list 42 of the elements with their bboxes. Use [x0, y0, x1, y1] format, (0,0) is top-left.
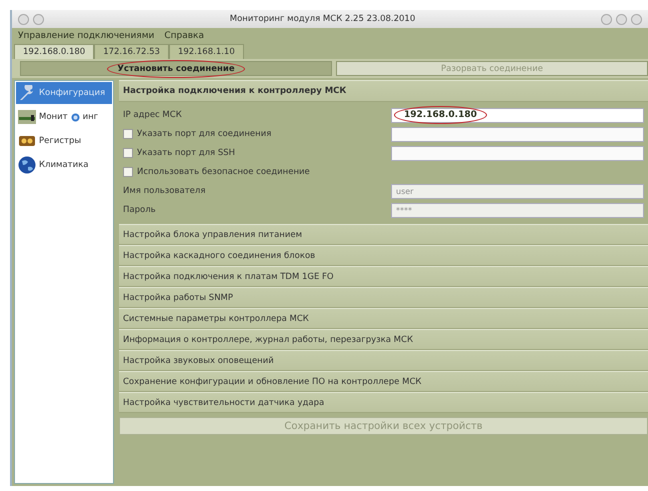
section-header[interactable]: Информация о контроллере, журнал работы, перезагрузка МСК — [119, 329, 648, 350]
checkbox[interactable] — [123, 148, 133, 158]
section-header[interactable]: Настройка звуковых оповещений — [119, 350, 648, 371]
field-label: Указать порт для соединения — [137, 129, 272, 139]
field-label: Имя пользователя — [123, 186, 206, 196]
sidebar-item[interactable]: Монит инг — [16, 106, 112, 128]
field-label: Указать порт для SSH — [137, 148, 236, 158]
menu-item[interactable]: Справка — [164, 31, 204, 41]
input-field[interactable] — [391, 146, 644, 160]
sidebar-item[interactable]: Регистры — [16, 130, 112, 152]
menu-item[interactable]: Управление подключениями — [18, 31, 154, 41]
minimize-button[interactable] — [616, 14, 627, 24]
connection-tab[interactable]: 192.168.1.10 — [168, 44, 244, 59]
close-button[interactable] — [18, 14, 29, 24]
connect-button[interactable]: Установить соединение — [20, 61, 332, 76]
input-field[interactable]: 192.168.0.180 — [391, 108, 644, 122]
section-header[interactable]: Системные параметры контроллера МСК — [119, 308, 648, 329]
field-label: IP адрес МСК — [123, 110, 182, 120]
help-button[interactable] — [601, 14, 612, 24]
checkbox[interactable] — [123, 167, 133, 177]
section-header[interactable]: Настройка подключения к платам TDM 1GE FO — [119, 266, 648, 287]
checkbox[interactable] — [123, 129, 133, 139]
input-field[interactable] — [391, 126, 644, 142]
wrench-icon — [18, 85, 36, 101]
section-header[interactable]: Настройка каскадного соединения блоков — [119, 245, 648, 266]
window-title: Мониторинг модуля МСК 2.25 23.08.2010 — [228, 14, 416, 24]
connection-tab[interactable]: 192.168.0.180 — [14, 44, 94, 59]
field-label: Использовать безопасное соединение — [137, 167, 310, 177]
registers-icon — [18, 133, 36, 149]
section-header[interactable]: Настройка чувствительности датчика удара — [119, 392, 648, 413]
section-header[interactable]: Настройка блока управления питанием — [119, 224, 648, 245]
maximize-button[interactable] — [631, 14, 642, 24]
field-label: Пароль — [123, 205, 156, 215]
section-header[interactable]: Настройка работы SNMP — [119, 287, 648, 308]
cursor-icon — [70, 112, 80, 122]
section-header[interactable]: Сохранение конфигурации и обновление ПО на контроллере МСК — [119, 371, 648, 392]
minimize-button[interactable] — [33, 14, 44, 24]
sidebar-item[interactable]: Климатика — [16, 154, 112, 176]
connection-tab[interactable]: 172.16.72.53 — [94, 44, 169, 59]
globe-icon — [18, 156, 36, 174]
circuit-board-icon — [18, 109, 36, 125]
section-header[interactable]: Настройка подключения к контроллеру МСК — [119, 80, 648, 102]
